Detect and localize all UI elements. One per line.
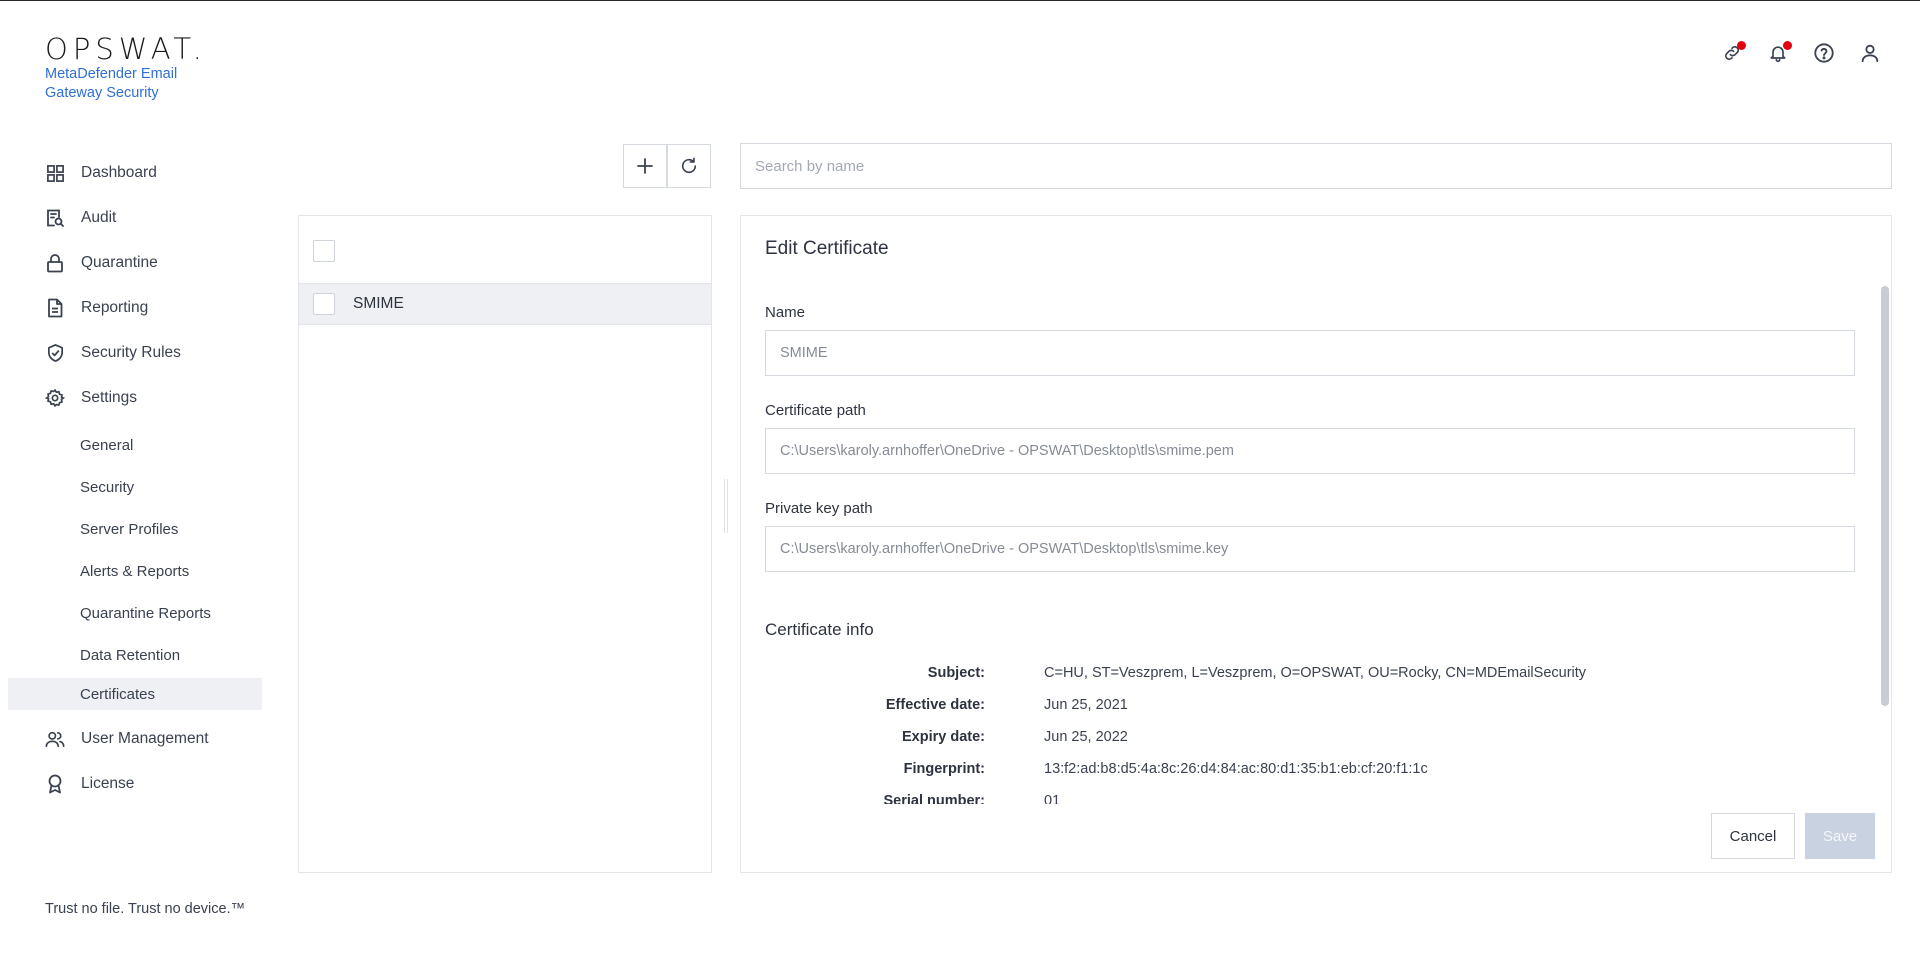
name-field[interactable] xyxy=(765,330,1855,376)
header-icons xyxy=(1720,41,1882,65)
info-value: 13:f2:ad:b8:d5:4a:8c:26:d4:84:ac:80:d1:3… xyxy=(1044,761,1428,777)
settings-sub-data-retention[interactable]: Data Retention xyxy=(8,639,262,671)
certificates-list: SMIME xyxy=(298,215,712,873)
select-all-checkbox[interactable] xyxy=(313,240,335,262)
sub-item-label: Data Retention xyxy=(80,646,181,664)
sidebar-item-reporting[interactable]: Reporting xyxy=(0,292,262,324)
shield-check-icon xyxy=(45,343,65,363)
certificate-path-field[interactable] xyxy=(765,428,1855,474)
certificate-info-title: Certificate info xyxy=(765,620,874,639)
settings-sub-server-profiles[interactable]: Server Profiles xyxy=(8,513,262,545)
info-row-subject: Subject: C=HU, ST=Veszprem, L=Veszprem, … xyxy=(741,665,1841,687)
product-name: MetaDefender Email Gateway Security xyxy=(45,66,178,101)
edit-certificate-panel: Edit Certificate Name Certificate path P… xyxy=(740,215,1892,873)
gear-icon xyxy=(45,388,65,408)
info-row-effective-date: Effective date: Jun 25, 2021 xyxy=(741,697,1841,719)
sidebar-item-label: Security Rules xyxy=(81,344,181,361)
panel-resize-handle[interactable] xyxy=(724,479,728,533)
sidebar-item-label: Settings xyxy=(81,389,138,406)
private-key-path-field[interactable] xyxy=(765,526,1855,572)
sidebar-item-audit[interactable]: Audit xyxy=(0,202,262,234)
users-icon xyxy=(45,729,65,749)
info-key: Expiry date: xyxy=(902,729,985,745)
info-value: Jun 25, 2021 xyxy=(1044,697,1128,713)
sidebar-item-label: Quarantine xyxy=(81,254,158,271)
info-key: Effective date: xyxy=(885,697,985,713)
edit-form-scroll-area[interactable]: Name Certificate path Private key path C… xyxy=(741,284,1891,804)
panel-title: Edit Certificate xyxy=(765,238,889,259)
user-icon[interactable] xyxy=(1858,41,1882,65)
info-value: Jun 25, 2022 xyxy=(1044,729,1128,745)
row-name: SMIME xyxy=(353,295,404,312)
sidebar-item-label: Reporting xyxy=(81,299,149,316)
vertical-scrollbar[interactable] xyxy=(1881,286,1889,706)
sidebar-item-settings[interactable]: Settings xyxy=(0,382,262,414)
opswat-logo[interactable]: OPSWAT. xyxy=(45,33,207,65)
sub-item-label: Server Profiles xyxy=(80,520,179,538)
sidebar-item-quarantine[interactable]: Quarantine xyxy=(0,247,262,279)
settings-sub-certificates[interactable]: Certificates xyxy=(8,678,262,710)
settings-sub-quarantine-reports[interactable]: Quarantine Reports xyxy=(8,597,262,629)
sidebar-item-label: User Management xyxy=(81,730,209,747)
private-key-path-label: Private key path xyxy=(765,500,873,517)
plus-icon xyxy=(637,158,653,174)
refresh-icon xyxy=(681,157,697,174)
help-icon[interactable] xyxy=(1812,41,1836,65)
document-icon xyxy=(45,298,65,318)
sub-item-label: Quarantine Reports xyxy=(80,604,211,622)
info-key: Subject: xyxy=(927,665,985,681)
cancel-button[interactable]: Cancel xyxy=(1711,813,1795,859)
award-icon xyxy=(45,774,65,794)
link-icon[interactable] xyxy=(1720,41,1746,65)
save-button[interactable]: Save xyxy=(1805,813,1875,859)
sidebar-item-label: Dashboard xyxy=(81,164,157,181)
info-key: Fingerprint: xyxy=(903,761,985,777)
search-input[interactable] xyxy=(740,143,1892,189)
settings-sub-general[interactable]: General xyxy=(8,429,262,461)
settings-sub-security[interactable]: Security xyxy=(8,471,262,503)
sidebar-item-user-management[interactable]: User Management xyxy=(0,723,262,755)
table-row[interactable]: SMIME xyxy=(299,283,711,325)
settings-sub-alerts-reports[interactable]: Alerts & Reports xyxy=(8,555,262,587)
info-row-fingerprint: Fingerprint: 13:f2:ad:b8:d5:4a:8c:26:d4:… xyxy=(741,761,1841,783)
row-checkbox[interactable] xyxy=(313,293,335,315)
refresh-button[interactable] xyxy=(667,144,711,188)
bell-icon[interactable] xyxy=(1766,41,1792,65)
lock-icon xyxy=(45,253,65,273)
logo-text: OPSWAT. xyxy=(45,32,207,66)
sub-item-label: General xyxy=(80,436,134,454)
notification-badge xyxy=(1783,41,1792,50)
add-certificate-button[interactable] xyxy=(623,144,667,188)
notification-badge xyxy=(1737,41,1746,50)
sub-item-label: Certificates xyxy=(80,685,156,703)
sub-item-label: Alerts & Reports xyxy=(80,562,190,580)
info-value: 01 xyxy=(1044,793,1061,804)
sidebar-item-license[interactable]: License xyxy=(0,768,262,800)
info-key: Serial number: xyxy=(883,793,985,804)
info-row-serial-number: Serial number: 01 xyxy=(741,793,1841,804)
info-row-expiry-date: Expiry date: Jun 25, 2022 xyxy=(741,729,1841,751)
certificate-path-label: Certificate path xyxy=(765,402,866,419)
sidebar-item-dashboard[interactable]: Dashboard xyxy=(0,157,262,189)
info-value: C=HU, ST=Veszprem, L=Veszprem, O=OPSWAT,… xyxy=(1044,665,1587,681)
sidebar-item-label: Audit xyxy=(81,209,117,226)
name-label: Name xyxy=(765,304,806,321)
sub-item-label: Security xyxy=(80,478,135,496)
sidebar-item-label: License xyxy=(81,775,135,792)
sidebar-item-security-rules[interactable]: Security Rules xyxy=(0,337,262,369)
dashboard-grid-icon xyxy=(45,163,65,183)
tagline: Trust no file. Trust no device.™ xyxy=(45,901,246,917)
audit-icon xyxy=(45,208,65,228)
